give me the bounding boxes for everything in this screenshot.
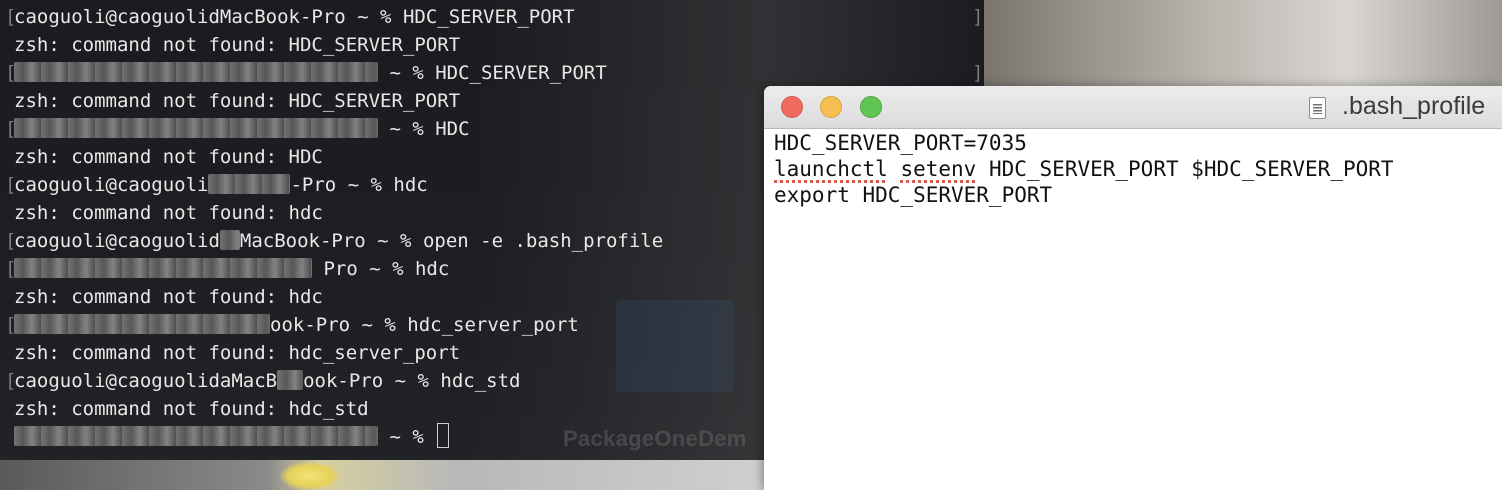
terminal-line-prompt: [ ~ % HDC_SERVER_PORT] — [0, 59, 984, 87]
window-titlebar[interactable]: .bash_profile — [764, 86, 1502, 129]
command-text: hdc — [393, 174, 428, 196]
document-line[interactable]: HDC_SERVER_PORT=7035 — [774, 130, 1494, 156]
redacted-prompt — [14, 426, 378, 446]
redacted-prompt — [14, 314, 270, 334]
misspelled-word[interactable]: launchctl — [774, 157, 888, 181]
command-text: hdc — [414, 258, 450, 280]
minimize-button[interactable] — [820, 96, 842, 118]
prompt-tail: ~ % — [378, 118, 436, 140]
line-marker-right: ] — [972, 62, 984, 84]
redacted-prompt — [14, 62, 378, 82]
command-text: HDC_SERVER_PORT — [435, 62, 607, 84]
line-marker-left: [ — [5, 230, 17, 252]
window-title: .bash_profile — [1342, 92, 1486, 120]
prompt-tail: ~ % — [378, 62, 436, 84]
terminal-line-prompt: [caoguoli@caoguolidMacBook-Pro ~ % HDC_S… — [0, 3, 984, 31]
command-text: hdc_std — [440, 370, 521, 392]
prompt-tail: ook-Pro ~ % — [303, 370, 441, 392]
line-marker-right: ] — [972, 6, 984, 28]
redacted-prompt — [14, 258, 312, 278]
line-marker-left: [ — [5, 370, 17, 392]
textedit-window[interactable]: .bash_profile HDC_SERVER_PORT=7035 launc… — [764, 86, 1502, 490]
line-text: HDC_SERVER_PORT $HDC_SERVER_PORT — [976, 157, 1394, 181]
prompt-tail: MacBook-Pro ~ % — [239, 230, 423, 252]
redacted-prompt — [14, 118, 378, 138]
close-button[interactable] — [781, 96, 803, 118]
prompt-text: caoguoli@caoguoli — [14, 174, 209, 196]
prompt-text: caoguoli@caoguolidaMacB — [14, 370, 278, 392]
line-marker-left: [ — [5, 6, 17, 28]
misspelled-word[interactable]: setenv — [900, 157, 976, 181]
document-icon[interactable] — [1309, 97, 1326, 119]
command-text: HDC_SERVER_PORT — [402, 6, 575, 28]
terminal-cursor[interactable] — [437, 423, 450, 448]
terminal-line-output: zsh: command not found: HDC_SERVER_PORT — [14, 34, 461, 56]
document-line[interactable]: export HDC_SERVER_PORT — [774, 182, 1494, 208]
desktop-background-highlight — [280, 462, 340, 490]
desktop-background-bottom — [0, 460, 764, 490]
prompt-text: caoguoli@caoguolid — [14, 230, 220, 252]
prompt-tail: Pro ~ % — [312, 258, 415, 280]
zoom-button[interactable] — [860, 96, 882, 118]
desktop-background-right — [984, 0, 1502, 90]
document-text-area[interactable]: HDC_SERVER_PORT=7035 launchctl setenv HD… — [774, 130, 1494, 208]
line-marker-left: [ — [5, 174, 17, 196]
prompt-tail: ook-Pro ~ % — [270, 314, 408, 336]
prompt-text: caoguoli@caoguolidMacBook-Pro ~ % — [14, 6, 403, 28]
command-text: hdc_server_port — [407, 314, 579, 336]
prompt-tail: -Pro ~ % — [290, 174, 394, 196]
redacted-prompt — [219, 230, 240, 250]
redacted-prompt — [277, 370, 304, 390]
command-text: open -e .bash_profile — [422, 230, 664, 252]
command-text: HDC — [435, 118, 470, 140]
prompt-tail: ~ % — [378, 426, 436, 448]
document-line[interactable]: launchctl setenv HDC_SERVER_PORT $HDC_SE… — [774, 156, 1494, 182]
redacted-prompt — [208, 174, 291, 194]
